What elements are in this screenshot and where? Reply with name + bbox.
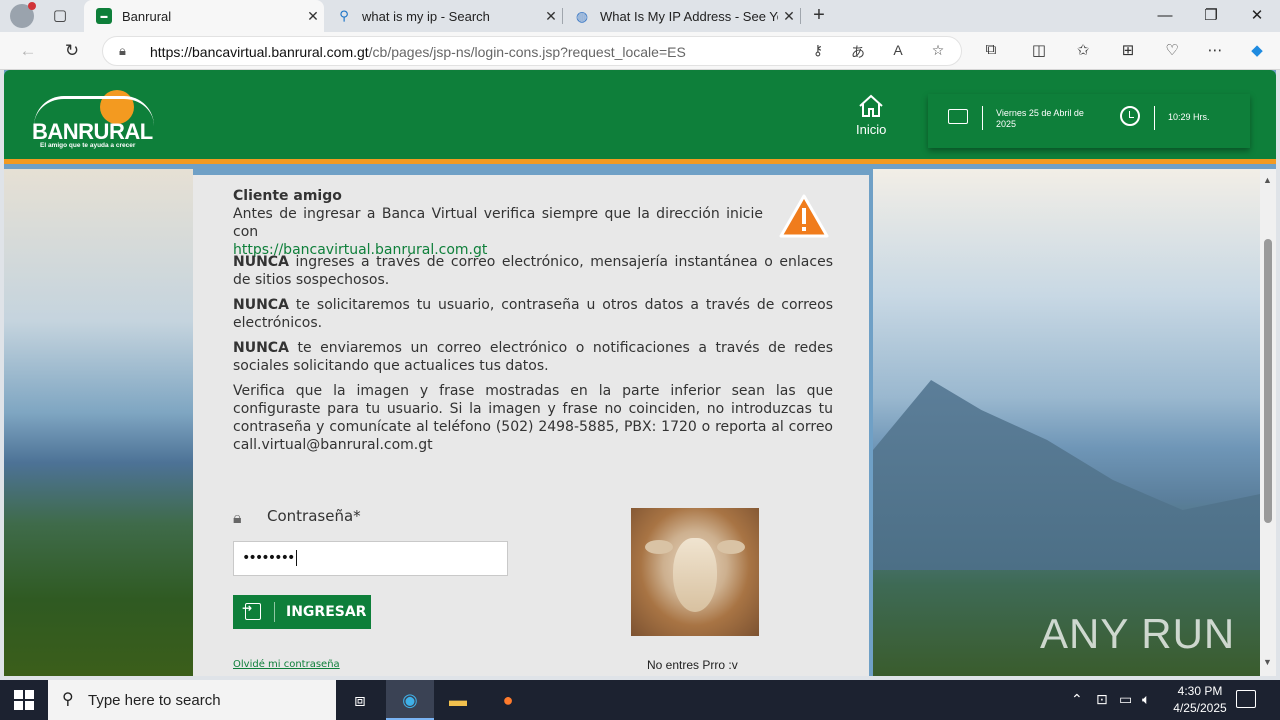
current-date: Viernes 25 de Abril de 2025 [996,108,1084,129]
close-tab-icon[interactable]: ✕ [778,8,800,25]
minimize-button[interactable]: — [1142,0,1188,32]
security-phrase: No entres Prro :v [647,658,738,672]
tab-actions-icon[interactable]: ▢ [48,6,72,26]
scroll-thumb[interactable] [1264,239,1272,523]
ingresar-button[interactable]: INGRESAR [233,595,371,629]
profile-avatar[interactable] [10,2,36,28]
tab-search[interactable]: ⚲ what is my ip - Search ✕ [324,0,562,32]
notice-rule-3: NUNCA te enviaremos un correo electrónic… [233,340,833,374]
key-icon[interactable]: ⚷ [808,42,828,59]
file-explorer-icon[interactable]: ▬ [434,680,482,720]
ingresar-label: INGRESAR [286,604,367,620]
logo-slogan: El amigo que te ayuda a crecer [40,142,136,149]
firefox-icon[interactable]: ● [484,680,532,720]
password-field[interactable]: •••••••• [233,541,508,576]
clock-icon [1120,106,1140,126]
sheep-ear [645,540,673,554]
tab-banrural[interactable]: ▬ Banrural ✕ [84,0,324,32]
banrural-favicon-icon: ▬ [96,8,112,24]
url-text: https://bancavirtual.banrural.com.gt/cb/… [150,44,686,60]
forgot-password-link[interactable]: Olvidé mi contraseña [233,659,340,670]
close-window-button[interactable]: ✕ [1234,0,1280,32]
copilot-icon[interactable]: ◆ [1246,41,1268,59]
close-tab-icon[interactable]: ✕ [302,8,324,25]
security-image [631,508,759,636]
browser-tab-bar: ▢ ▬ Banrural ✕ ⚲ what is my ip - Search … [0,0,1280,32]
windows-taskbar: ⚲ Type here to search ⧈ ◉ ▬ ● ⌃ ⊡ ▭ 🔈︎ 4… [0,680,1280,720]
site-header: BANRURAL El amigo que te ayuda a crecer … [4,70,1276,164]
notice-intro: Antes de ingresar a Banca Virtual verifi… [233,206,763,258]
favorite-star-icon[interactable]: ☆ [928,42,948,59]
search-favicon-icon: ⚲ [339,8,349,23]
restore-button[interactable]: ❐ [1188,0,1234,32]
notice-rule-2: NUNCA te solicitaremos tu usuario, contr… [233,297,833,331]
task-view-icon[interactable]: ⧈ [336,680,384,720]
tab-title: What Is My IP Address - See Your [600,8,778,24]
refresh-button[interactable]: ↻ [60,40,84,62]
sheep-ear [717,540,745,554]
calendar-icon [948,109,968,124]
url-field[interactable]: 🔒︎ https://bancavirtual.banrural.com.gt/… [102,36,962,66]
address-bar-row: ← ↻ 🔒︎ https://bancavirtual.banrural.com… [0,32,1280,70]
home-label: Inicio [856,122,887,137]
taskbar-search[interactable]: ⚲ Type here to search [48,680,336,720]
more-menu-icon[interactable]: ⋯ [1204,41,1226,59]
tab-whatismyip[interactable]: ◍ What Is My IP Address - See Your ✕ [562,0,800,32]
anyrun-watermark: ANY RUN [1040,610,1236,657]
system-clock[interactable]: 4:30 PM 4/25/2025 [1164,683,1236,717]
edge-taskbar-icon[interactable]: ◉ [386,680,434,720]
globe-favicon-icon: ◍ [575,7,589,24]
split-screen-icon[interactable]: ◫ [1028,41,1050,59]
notice-title: Cliente amigo [233,188,342,204]
login-icon [242,601,261,620]
web-page: BANRURAL El amigo que te ayuda a crecer … [4,70,1276,676]
padlock-icon: 🔒︎ [233,507,242,527]
volume-icon[interactable]: 🔈︎ [1142,691,1150,708]
current-time: 10:29 Hrs. [1168,112,1210,122]
warning-icon [779,194,829,238]
home-icon [859,94,883,117]
extensions-icon[interactable]: ⧉ [980,41,1002,58]
password-label: 🔒︎ Contraseña* [233,507,361,527]
divider [982,106,983,130]
tab-title: Banrural [122,8,172,24]
read-aloud-icon[interactable]: A [888,42,908,58]
defender-icon[interactable]: ⊡ [1096,691,1108,708]
date-time-panel: Viernes 25 de Abril de 2025 10:29 Hrs. [928,94,1250,148]
new-tab-button[interactable]: + [808,4,830,28]
banrural-logo[interactable]: BANRURAL El amigo que te ayuda a crecer [30,90,160,152]
page-scrollbar[interactable]: ▲ ▼ [1260,169,1276,676]
start-button[interactable] [14,690,34,710]
login-card: Cliente amigo Antes de ingresar a Banca … [193,175,869,676]
scroll-up-icon[interactable]: ▲ [1263,175,1272,185]
tab-separator [800,8,801,24]
tab-title: what is my ip - Search [362,8,490,24]
notifications-icon[interactable] [1236,690,1256,708]
scroll-down-icon[interactable]: ▼ [1263,657,1272,667]
network-icon[interactable]: ▭ [1119,691,1132,708]
favorites-icon[interactable]: ✩ [1072,41,1094,59]
clock-time: 4:30 PM [1177,684,1223,698]
divider [1154,106,1155,130]
close-tab-icon[interactable]: ✕ [540,8,562,25]
clock-date: 4/25/2025 [1173,701,1227,715]
search-icon: ⚲ [62,691,74,708]
performance-icon[interactable]: ♡ [1161,41,1183,59]
sheep-face [673,538,717,612]
back-button[interactable]: ← [16,40,40,62]
notice-verify: Verifica que la imagen y frase mostradas… [233,383,833,453]
search-placeholder: Type here to search [88,692,221,709]
translate-icon[interactable]: あ [848,42,868,62]
home-link[interactable]: Inicio [856,94,886,137]
show-hidden-icons-icon[interactable]: ⌃ [1071,691,1083,708]
background-landscape-left [4,169,193,676]
lock-icon[interactable]: 🔒︎ [119,43,126,59]
notice-rule-1: NUNCA ingreses a través de correo electr… [233,254,833,288]
collections-icon[interactable]: ⊞ [1117,41,1139,59]
